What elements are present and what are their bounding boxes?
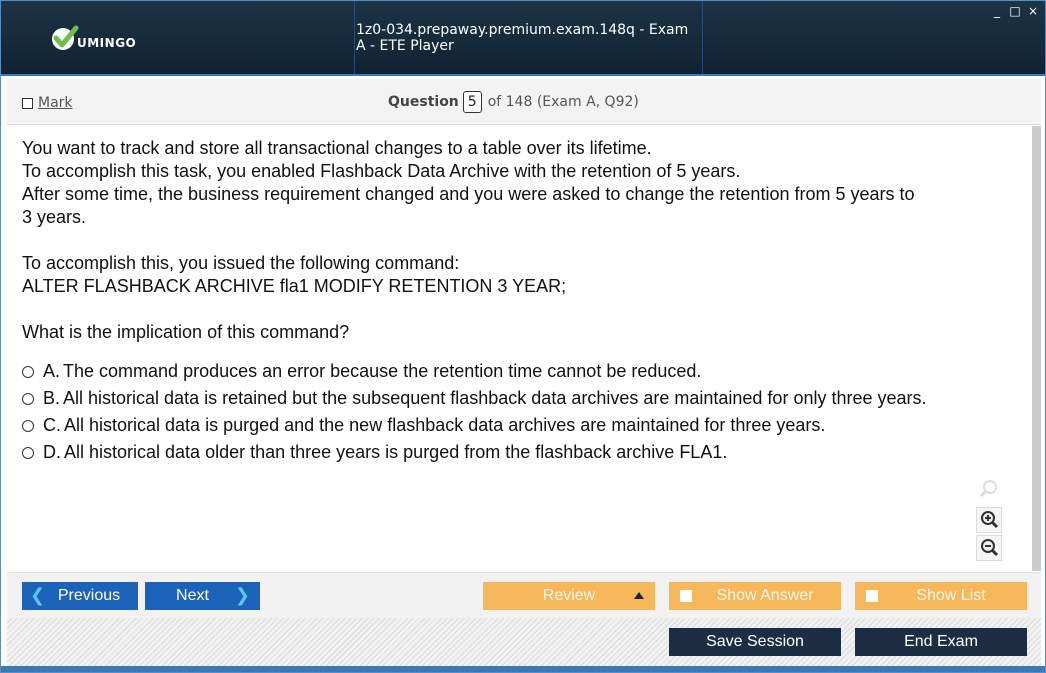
previous-label: Previous (57, 587, 121, 604)
question-prompt: What is the implication of this command? (22, 322, 350, 342)
session-bar: Save Session End Exam (7, 618, 1041, 666)
previous-button[interactable]: ❮ Previous (22, 582, 138, 610)
window-controls: _ □ × (991, 4, 1039, 18)
logo-text: UMINGO (77, 36, 137, 50)
option-text: All historical data is purged and the ne… (64, 415, 826, 435)
radio-icon[interactable] (22, 446, 34, 459)
option-a[interactable]: A. The command produces an error because… (22, 358, 1027, 385)
question-text: You want to track and store all transact… (22, 137, 1027, 344)
minimize-icon[interactable]: _ (991, 4, 1003, 18)
question-total: of 148 (Exam A, Q92) (487, 94, 639, 110)
checkbox-icon[interactable] (22, 97, 33, 109)
radio-icon[interactable] (22, 365, 34, 378)
checkbox-icon[interactable] (866, 590, 878, 602)
option-d[interactable]: D. All historical data older than three … (22, 439, 1027, 466)
end-exam-button[interactable]: End Exam (855, 628, 1027, 656)
question-counter: Question 5 of 148 (Exam A, Q92) (388, 89, 639, 115)
save-session-button[interactable]: Save Session (669, 628, 841, 656)
title-bar: UMINGO 1z0-034.prepaway.premium.exam.148… (1, 1, 1045, 76)
navigation-bar: ❮ Previous Next ❯ Review Show Answer Sho… (7, 572, 1041, 618)
show-list-label: Show List (916, 587, 986, 604)
zoom-in-icon[interactable] (976, 507, 1002, 533)
review-button[interactable]: Review (483, 582, 655, 610)
option-text: All historical data older than three yea… (64, 442, 728, 462)
option-letter: B. (43, 388, 61, 408)
option-b[interactable]: B. All historical data is retained but t… (22, 385, 1027, 412)
next-button[interactable]: Next ❯ (145, 582, 260, 610)
question-content: You want to track and store all transact… (7, 126, 1041, 571)
window-title: 1z0-034.prepaway.premium.exam.148q - Exa… (356, 21, 689, 54)
triangle-up-icon[interactable] (634, 592, 644, 599)
radio-icon[interactable] (22, 419, 34, 432)
option-letter: C. (43, 415, 61, 435)
chevron-right-icon: ❯ (234, 585, 250, 605)
option-c[interactable]: C. All historical data is purged and the… (22, 412, 1027, 439)
question-label: Question (388, 94, 459, 110)
chevron-left-icon: ❮ (30, 585, 46, 605)
vertical-scrollbar[interactable] (1032, 126, 1041, 571)
close-icon[interactable]: × (1027, 4, 1039, 18)
magnifier-icon[interactable] (976, 476, 1002, 502)
review-label: Review (542, 587, 596, 604)
question-number-input[interactable]: 5 (462, 91, 482, 113)
zoom-out-icon[interactable] (976, 535, 1002, 561)
mark-label[interactable]: Mark (38, 95, 73, 111)
app-logo: UMINGO (49, 23, 189, 55)
title-separator (702, 1, 703, 74)
checkbox-icon[interactable] (680, 590, 692, 602)
title-separator (354, 1, 355, 74)
maximize-icon[interactable]: □ (1009, 4, 1021, 18)
question-line: ALTER FLASHBACK ARCHIVE fla1 MODIFY RETE… (22, 276, 567, 296)
next-label: Next (176, 587, 209, 604)
answer-options: A. The command produces an error because… (22, 358, 1027, 466)
zoom-controls (975, 476, 1003, 561)
question-line: To accomplish this, you issued the follo… (22, 253, 460, 273)
mark-checkbox[interactable]: Mark (22, 95, 73, 111)
question-line: 3 years. (22, 207, 87, 227)
question-header: Mark Question 5 of 148 (Exam A, Q92) (7, 79, 1041, 125)
question-line: To accomplish this task, you enabled Fla… (22, 161, 741, 181)
show-list-button[interactable]: Show List (855, 582, 1027, 610)
question-line: After some time, the business requiremen… (22, 184, 915, 204)
option-letter: D. (43, 442, 61, 462)
option-text: All historical data is retained but the … (63, 388, 927, 408)
option-text: The command produces an error because th… (63, 361, 702, 381)
window-bottom-border (1, 666, 1045, 672)
question-line: You want to track and store all transact… (22, 138, 652, 158)
option-letter: A. (43, 361, 61, 381)
player-window: UMINGO 1z0-034.prepaway.premium.exam.148… (0, 0, 1046, 673)
show-answer-label: Show Answer (716, 587, 814, 604)
show-answer-button[interactable]: Show Answer (669, 582, 841, 610)
radio-icon[interactable] (22, 392, 34, 405)
